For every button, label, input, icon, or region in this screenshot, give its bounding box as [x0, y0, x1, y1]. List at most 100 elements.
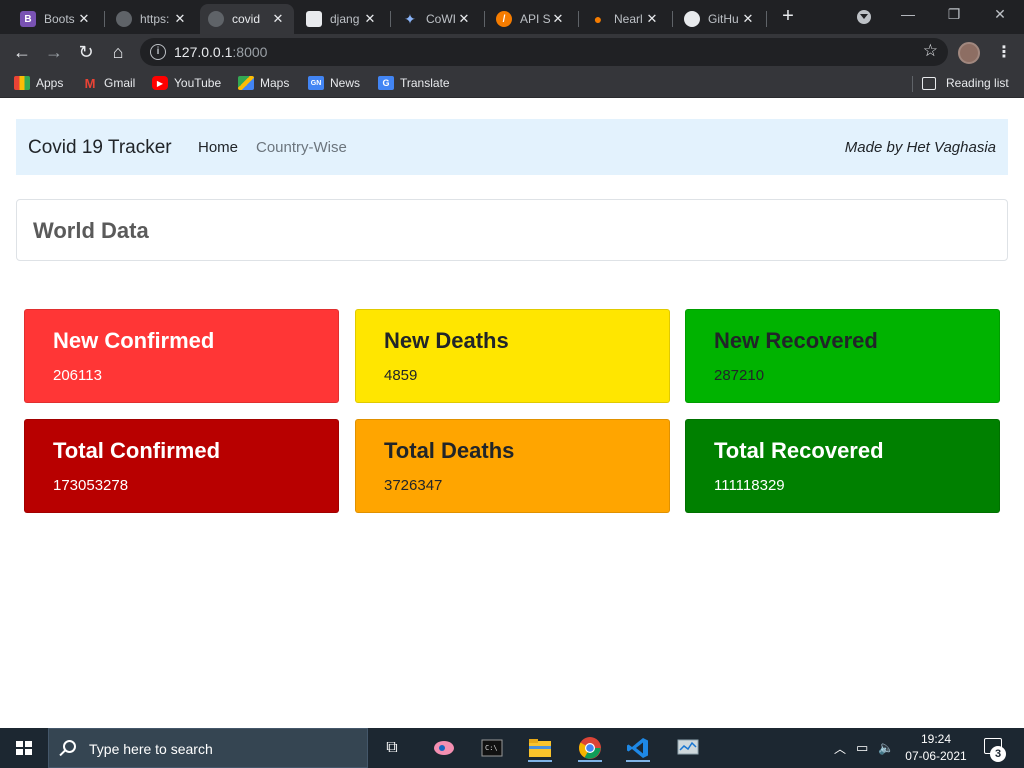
volume-icon[interactable]: 🔈: [878, 740, 894, 756]
new-tab-button[interactable]: +: [778, 6, 798, 27]
section-title: World Data: [33, 218, 149, 243]
menu-kebab-icon[interactable]: ⋮: [996, 42, 1012, 62]
tab-title: CoWI: [426, 12, 456, 26]
stat-value: 173053278: [53, 477, 129, 494]
close-tab-icon[interactable]: ✕: [172, 11, 188, 27]
stat-card-total-confirmed: Total Confirmed 173053278: [24, 419, 339, 513]
app-monitor-icon[interactable]: [674, 734, 702, 762]
tab-cowin[interactable]: ✦ CoWI ✕: [394, 4, 480, 34]
home-icon[interactable]: ⌂: [106, 40, 130, 64]
search-placeholder: Type here to search: [89, 741, 213, 757]
show-hidden-icons-chevron-icon[interactable]: ︿: [834, 740, 846, 757]
chrome-icon[interactable]: [576, 734, 604, 762]
reading-list-icon: [922, 76, 936, 90]
bookmark-translate[interactable]: G Translate: [378, 76, 450, 90]
tab-title: API Si: [520, 12, 550, 26]
tab-api[interactable]: / API Si ✕: [488, 4, 574, 34]
tab-django[interactable]: djang ✕: [298, 4, 386, 34]
bookmark-star-icon[interactable]: ☆: [923, 41, 938, 61]
close-tab-icon[interactable]: ✕: [270, 11, 286, 27]
bookmark-apps[interactable]: Apps: [14, 76, 63, 90]
tab-nearby[interactable]: ● Nearl ✕: [582, 4, 668, 34]
page-content: Covid 19 Tracker Home Country-Wise Made …: [0, 103, 1024, 728]
site-info-icon[interactable]: i: [150, 44, 166, 60]
tab-divider: [484, 11, 485, 27]
close-window-icon[interactable]: ✕: [990, 6, 1010, 23]
active-app-indicator: [528, 760, 552, 762]
tab-search-icon[interactable]: [857, 10, 871, 24]
globe-icon: [208, 11, 224, 27]
network-icon[interactable]: ▭: [856, 740, 868, 756]
task-view-icon[interactable]: ⧉: [378, 734, 406, 762]
bookmark-youtube[interactable]: ▶ YouTube: [152, 76, 221, 90]
active-app-indicator: [578, 760, 602, 762]
reload-icon[interactable]: ↻: [74, 40, 98, 64]
tab-title: GitHu: [708, 12, 739, 26]
tab-divider: [766, 11, 767, 27]
nav-country-wise-link[interactable]: Country-Wise: [256, 139, 347, 156]
url-text[interactable]: 127.0.0.1:8000: [174, 44, 267, 60]
location-pin-icon: ●: [593, 11, 603, 27]
bookmark-news[interactable]: GN News: [308, 76, 360, 90]
vscode-icon[interactable]: [624, 734, 652, 762]
restore-icon[interactable]: ❐: [944, 6, 964, 23]
globe-icon: [116, 11, 132, 27]
reading-list-button[interactable]: Reading list: [922, 76, 1009, 90]
windows-taskbar: Type here to search ⧉ C:\ ︿ ▭ 🔈 19:24 07…: [0, 728, 1024, 768]
stat-card-new-deaths: New Deaths 4859: [355, 309, 670, 403]
taskbar-search[interactable]: Type here to search: [48, 728, 368, 768]
translate-icon: G: [378, 76, 394, 90]
stat-label: Total Recovered: [714, 438, 884, 463]
windows-logo-icon: [16, 741, 32, 755]
stat-value: 111118329: [714, 477, 785, 494]
bookmark-label: Translate: [400, 76, 450, 90]
bookmarks-bar: Apps M Gmail ▶ YouTube Maps GN News G Tr…: [0, 70, 1024, 98]
back-arrow-icon[interactable]: ←: [10, 40, 34, 64]
address-bar[interactable]: i 127.0.0.1:8000 ☆: [140, 38, 948, 66]
tab-github[interactable]: GitHu ✕: [676, 4, 764, 34]
file-explorer-icon[interactable]: [526, 734, 554, 762]
stat-value: 206113: [53, 367, 102, 384]
tab-covid[interactable]: covid ✕: [200, 4, 294, 34]
terminal-icon[interactable]: C:\: [478, 734, 506, 762]
forward-arrow-icon[interactable]: →: [42, 40, 66, 64]
site-brand[interactable]: Covid 19 Tracker: [28, 137, 172, 159]
bookmark-label: News: [330, 76, 361, 90]
browser-toolbar: ← → ↻ ⌂ i 127.0.0.1:8000 ☆ ⋮: [0, 34, 1024, 70]
close-tab-icon[interactable]: ✕: [362, 11, 378, 27]
minimize-icon[interactable]: —: [898, 6, 918, 22]
close-tab-icon[interactable]: ✕: [76, 11, 92, 27]
nav-home-link[interactable]: Home: [198, 139, 238, 156]
tab-https[interactable]: https: ✕: [108, 4, 196, 34]
system-clock[interactable]: 19:24 07-06-2021: [900, 731, 972, 765]
cube-icon: [306, 11, 322, 27]
bookmark-gmail[interactable]: M Gmail: [82, 76, 136, 91]
snipping-tool-icon[interactable]: [430, 734, 458, 762]
url-port: :8000: [232, 44, 268, 60]
bookmark-label: Apps: [36, 76, 64, 90]
close-tab-icon[interactable]: ✕: [456, 11, 472, 27]
tab-bootstrap[interactable]: B Boots ✕: [12, 4, 100, 34]
stat-label: New Recovered: [714, 328, 878, 353]
notification-count-badge: 3: [990, 746, 1006, 762]
bookmark-maps[interactable]: Maps: [238, 76, 289, 90]
close-tab-icon[interactable]: ✕: [740, 11, 756, 27]
apps-grid-icon: [14, 76, 30, 90]
url-host: 127.0.0.1: [174, 44, 233, 60]
start-button[interactable]: [0, 728, 48, 768]
world-data-header: World Data: [16, 199, 1008, 261]
bootstrap-icon: B: [20, 11, 36, 27]
github-icon: [684, 11, 700, 27]
profile-avatar[interactable]: [958, 42, 980, 64]
tab-divider: [390, 11, 391, 27]
active-app-indicator: [626, 760, 650, 762]
close-tab-icon[interactable]: ✕: [550, 11, 566, 27]
stat-label: New Confirmed: [53, 328, 215, 353]
tab-title: djang: [330, 12, 360, 26]
site-navbar: Covid 19 Tracker Home Country-Wise Made …: [16, 119, 1008, 175]
tab-title: Nearl: [614, 12, 643, 26]
stat-label: New Deaths: [384, 328, 509, 353]
stat-card-new-recovered: New Recovered 287210: [685, 309, 1000, 403]
close-tab-icon[interactable]: ✕: [644, 11, 660, 27]
tab-strip: B Boots ✕ https: ✕ covid ✕ djang ✕ ✦ CoW…: [0, 0, 1024, 34]
